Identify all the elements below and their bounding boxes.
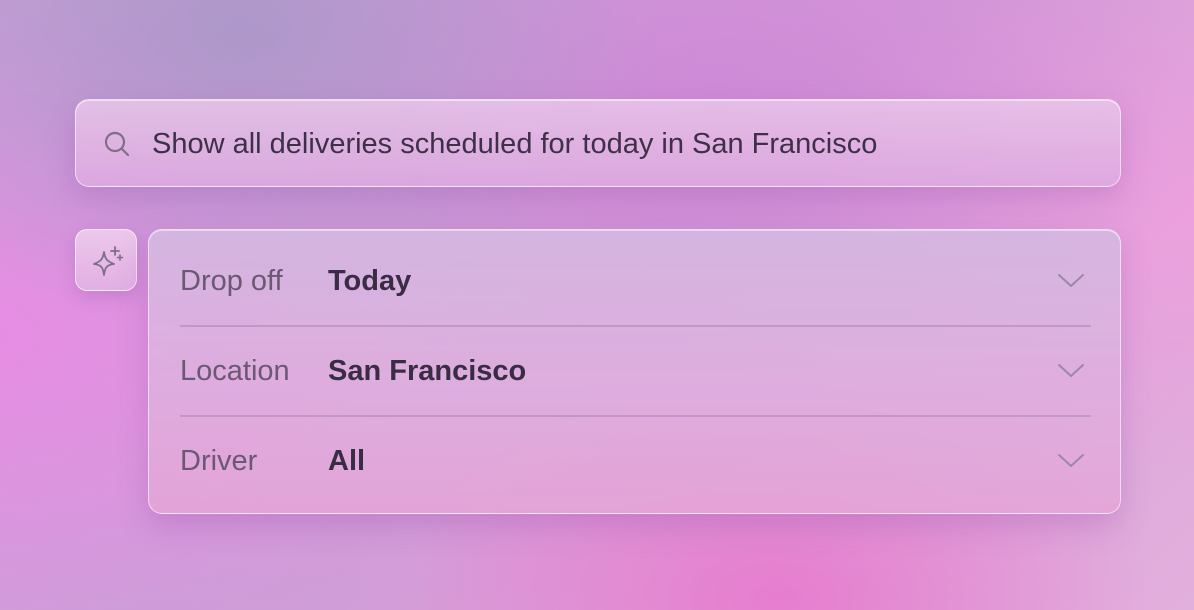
- filter-row-drop-off[interactable]: Drop off Today: [180, 236, 1091, 326]
- chevron-down-icon[interactable]: [1057, 449, 1085, 471]
- ai-assist-button[interactable]: [75, 229, 137, 291]
- chevron-down-icon[interactable]: [1057, 359, 1085, 381]
- filter-value: All: [328, 445, 366, 477]
- filter-label: Drop off: [180, 265, 283, 297]
- filter-row-driver[interactable]: Driver All: [180, 416, 1091, 506]
- filter-row-location[interactable]: Location San Francisco: [180, 326, 1091, 416]
- sparkle-icon: [93, 246, 124, 276]
- filter-label: Driver: [180, 445, 258, 477]
- chevron-down-icon[interactable]: [1057, 269, 1085, 291]
- filter-panel: Drop off Today Location San Francisco Dr…: [148, 229, 1121, 514]
- filter-value: San Francisco: [328, 355, 527, 387]
- search-icon: [104, 131, 130, 157]
- filter-label: Location: [180, 355, 290, 387]
- filter-value: Today: [328, 265, 412, 297]
- search-input[interactable]: Show all deliveries scheduled for today …: [152, 124, 877, 164]
